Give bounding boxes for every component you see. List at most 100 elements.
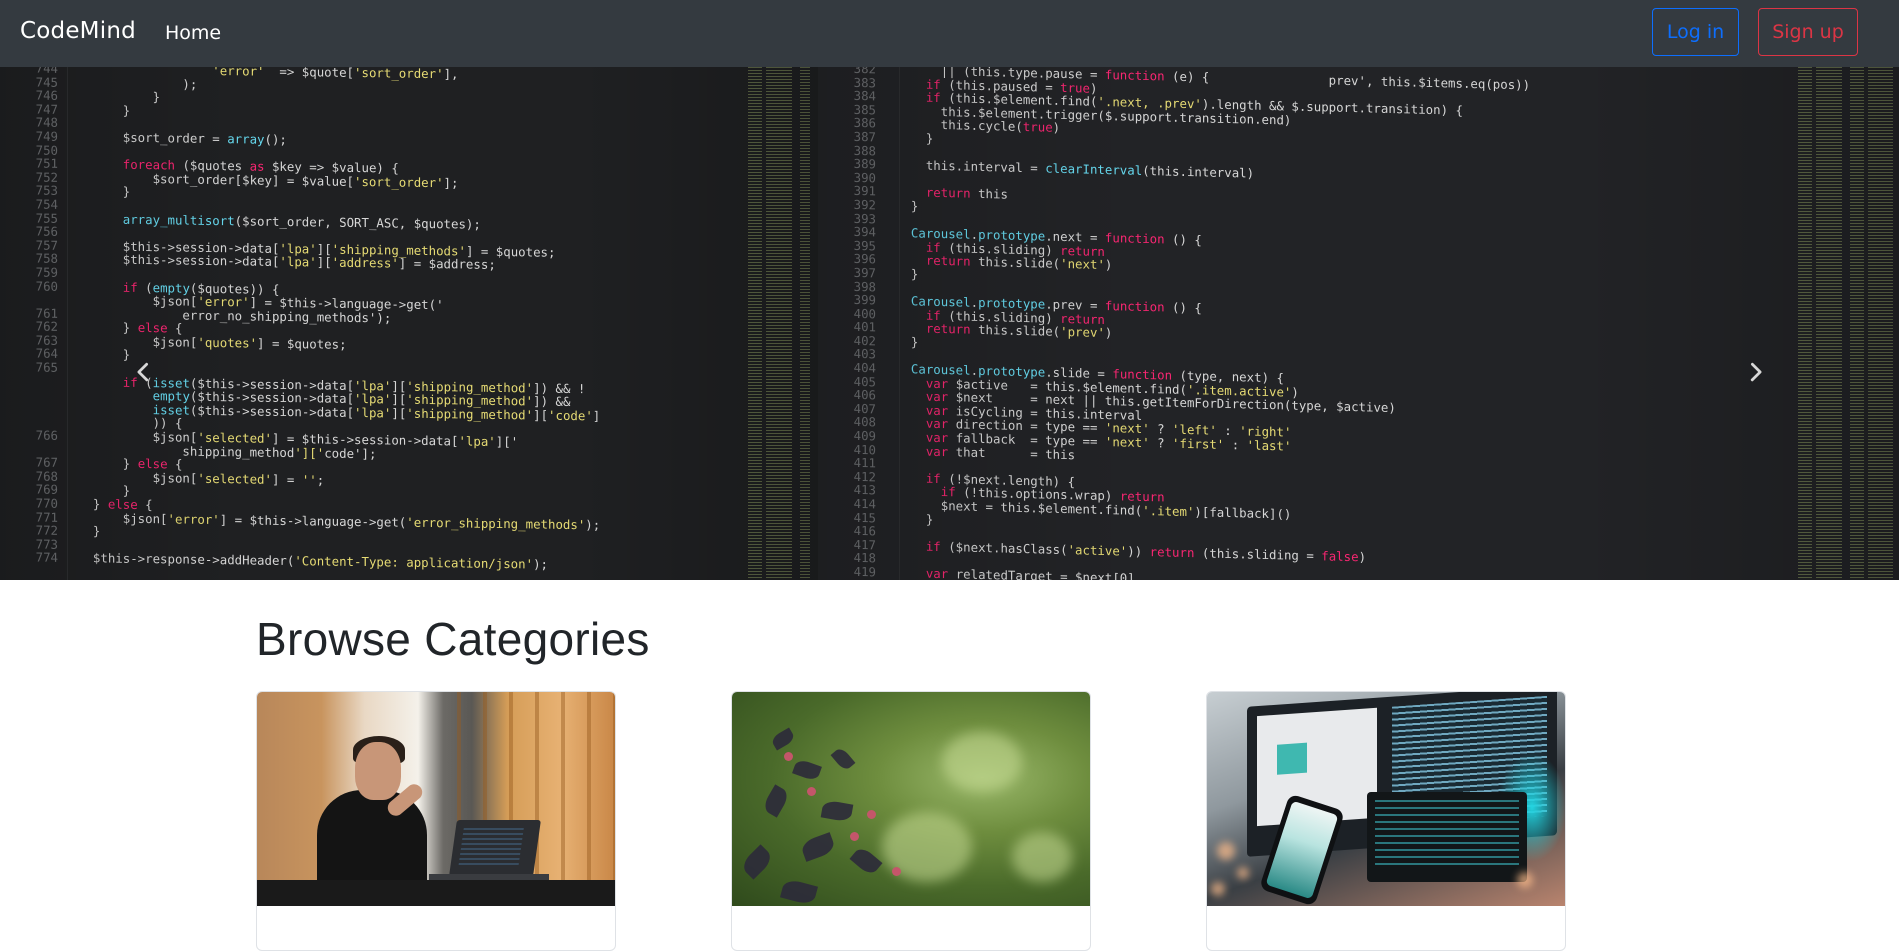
line-number: 753 bbox=[35, 182, 58, 199]
line-number: 752 bbox=[35, 169, 58, 185]
line-number: 385 bbox=[853, 101, 876, 118]
line-number bbox=[0, 412, 58, 413]
code-text: } bbox=[896, 129, 934, 146]
line-number: 383 bbox=[853, 74, 876, 91]
line-number: 402 bbox=[853, 332, 876, 349]
carousel-slide-code-right: 382 || (this.type.pause = function (e) {… bbox=[818, 67, 1899, 580]
line-number: 394 bbox=[853, 223, 876, 240]
line-number: 760 bbox=[35, 277, 58, 294]
line-number: 404 bbox=[853, 359, 876, 376]
code-minimap bbox=[748, 67, 810, 580]
signup-button[interactable]: Sign up bbox=[1758, 8, 1858, 56]
line-number: 386 bbox=[853, 115, 876, 131]
line-number: 412 bbox=[853, 468, 876, 485]
line-number: 420 bbox=[818, 577, 876, 580]
code-block-php: 744 'error' => $quote['sort_order'], 745 … bbox=[0, 67, 601, 572]
line-number: 764 bbox=[35, 345, 58, 362]
line-number: 762 bbox=[35, 318, 58, 335]
line-number: 757 bbox=[35, 237, 58, 253]
line-number: 756 bbox=[35, 223, 58, 239]
line-number: 399 bbox=[853, 291, 876, 308]
line-number bbox=[0, 303, 58, 304]
line-number: 414 bbox=[853, 495, 876, 512]
line-number: 763 bbox=[35, 332, 58, 348]
line-number: 388 bbox=[853, 142, 876, 158]
navbar: CodeMind Home Log in Sign up bbox=[0, 0, 1899, 67]
code-text: } bbox=[896, 265, 919, 282]
hero-carousel: 744 'error' => $quote['sort_order'], 745 … bbox=[0, 67, 1899, 580]
code-text: } bbox=[896, 197, 919, 214]
line-number: 750 bbox=[35, 142, 58, 158]
line-number: 761 bbox=[35, 305, 58, 321]
login-button[interactable]: Log in bbox=[1652, 8, 1739, 56]
line-number: 749 bbox=[35, 128, 58, 144]
line-number bbox=[0, 453, 58, 454]
category-card[interactable] bbox=[1206, 691, 1566, 951]
code-minimap bbox=[1798, 67, 1893, 580]
section-title: Browse Categories bbox=[256, 613, 650, 665]
line-number: 765 bbox=[35, 359, 58, 375]
line-number: 416 bbox=[853, 523, 876, 539]
line-number: 400 bbox=[853, 305, 876, 322]
line-number: 398 bbox=[853, 278, 876, 294]
code-text: } bbox=[78, 183, 131, 200]
card-image-person-at-laptop bbox=[257, 692, 615, 906]
line-number: 770 bbox=[35, 495, 58, 511]
line-number: 409 bbox=[853, 427, 876, 444]
line-number: 405 bbox=[853, 373, 876, 390]
line-number: 411 bbox=[853, 455, 876, 471]
line-number: 390 bbox=[853, 169, 876, 186]
card-image-phone-and-code-screens bbox=[1207, 692, 1565, 906]
line-number bbox=[0, 425, 58, 426]
line-number: 771 bbox=[35, 509, 58, 525]
line-number bbox=[0, 398, 58, 399]
line-number: 747 bbox=[35, 101, 58, 117]
line-number: 748 bbox=[35, 114, 58, 131]
line-number: 759 bbox=[35, 264, 58, 280]
line-number: 419 bbox=[853, 563, 876, 580]
category-card[interactable] bbox=[731, 691, 1091, 951]
category-card[interactable] bbox=[256, 691, 616, 951]
line-number: 397 bbox=[853, 264, 876, 281]
line-number: 413 bbox=[853, 482, 876, 498]
line-number: 401 bbox=[853, 319, 876, 335]
line-number: 417 bbox=[853, 536, 876, 553]
line-number: 387 bbox=[853, 128, 876, 145]
line-number: 766 bbox=[35, 427, 58, 443]
brand-link[interactable]: CodeMind bbox=[20, 18, 136, 44]
line-number: 746 bbox=[35, 87, 58, 103]
line-number: 758 bbox=[35, 250, 58, 267]
line-number: 407 bbox=[853, 400, 876, 417]
line-number: 403 bbox=[853, 346, 876, 362]
code-text: $sort_order = array(); bbox=[78, 129, 287, 147]
carousel-prev-button[interactable] bbox=[128, 357, 158, 387]
code-text: } bbox=[896, 510, 934, 527]
code-block-js: 382 || (this.type.pause = function (e) {… bbox=[818, 67, 1530, 580]
line-number: 410 bbox=[853, 441, 876, 458]
line-number: 392 bbox=[853, 196, 876, 213]
line-number: 389 bbox=[853, 156, 876, 172]
line-number: 772 bbox=[35, 522, 58, 538]
line-number: 406 bbox=[853, 387, 876, 403]
carousel-slide-code-left: 744 'error' => $quote['sort_order'], 745 … bbox=[0, 67, 818, 580]
line-number: 754 bbox=[35, 196, 58, 212]
line-number: 395 bbox=[853, 237, 876, 254]
line-number bbox=[0, 385, 58, 386]
carousel-next-button[interactable] bbox=[1741, 357, 1771, 387]
line-number: 745 bbox=[35, 74, 58, 90]
chevron-right-icon bbox=[1750, 362, 1762, 382]
line-number: 418 bbox=[853, 550, 876, 566]
line-number: 751 bbox=[35, 155, 58, 171]
line-number: 768 bbox=[35, 468, 58, 484]
line-number: 767 bbox=[35, 454, 58, 471]
code-text: } bbox=[78, 346, 131, 363]
line-number: 755 bbox=[35, 210, 58, 226]
line-number: 384 bbox=[853, 88, 876, 104]
line-number: 393 bbox=[853, 210, 876, 226]
code-text: } bbox=[896, 333, 919, 350]
line-number: 396 bbox=[853, 251, 876, 267]
chevron-left-icon bbox=[137, 362, 149, 382]
line-number: 415 bbox=[853, 509, 876, 526]
nav-link-home[interactable]: Home bbox=[165, 22, 221, 44]
line-number: 408 bbox=[853, 414, 876, 430]
